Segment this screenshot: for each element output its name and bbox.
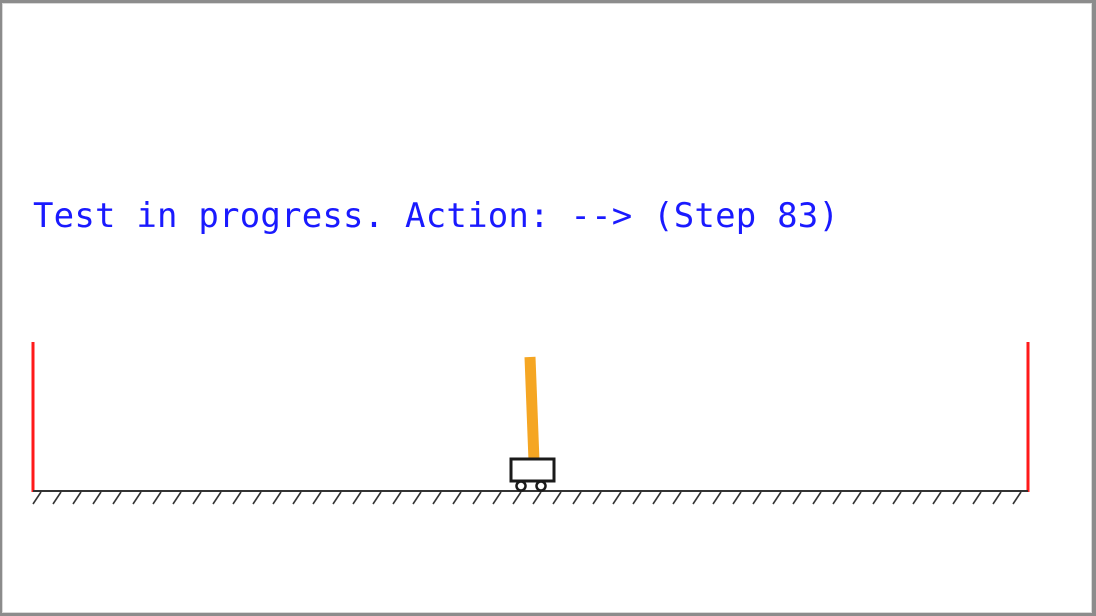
hatch-mark: [752, 491, 762, 505]
hatch-mark: [252, 491, 262, 505]
hatch-mark: [732, 491, 742, 505]
cartpole-canvas: Test in progress. Action: --> (Step 83): [2, 3, 1092, 613]
hatch-mark: [372, 491, 382, 505]
hatch-mark: [292, 491, 302, 505]
cart: [509, 457, 556, 483]
hatch-mark: [1012, 491, 1022, 505]
hatch-mark: [992, 491, 1002, 505]
hatch-mark: [692, 491, 702, 505]
hatch-mark: [512, 491, 522, 505]
hatch-mark: [92, 491, 102, 505]
hatch-mark: [912, 491, 922, 505]
hatch-mark: [972, 491, 982, 505]
hatch-mark: [592, 491, 602, 505]
hatch-mark: [812, 491, 822, 505]
hatch-mark: [232, 491, 242, 505]
hatch-mark: [472, 491, 482, 505]
hatch-mark: [392, 491, 402, 505]
hatch-mark: [872, 491, 882, 505]
hatch-mark: [32, 491, 42, 505]
hatch-mark: [832, 491, 842, 505]
hatch-mark: [492, 491, 502, 505]
cart-wheel-left: [515, 480, 527, 492]
hatch-mark: [72, 491, 82, 505]
hatch-mark: [192, 491, 202, 505]
cartpole-scene: [31, 342, 1030, 505]
hatch-mark: [672, 491, 682, 505]
hatch-mark: [932, 491, 942, 505]
hatch-mark: [852, 491, 862, 505]
hatch-mark: [152, 491, 162, 505]
hatch-mark: [572, 491, 582, 505]
hatch-mark: [712, 491, 722, 505]
hatch-mark: [332, 491, 342, 505]
ground-hatching: [32, 491, 1022, 505]
hatch-mark: [952, 491, 962, 505]
hatch-mark: [412, 491, 422, 505]
hatch-mark: [892, 491, 902, 505]
hatch-mark: [612, 491, 622, 505]
hatch-mark: [172, 491, 182, 505]
hatch-mark: [312, 491, 322, 505]
cart-wheel-right: [535, 480, 547, 492]
hatch-mark: [452, 491, 462, 505]
hatch-mark: [112, 491, 122, 505]
hatch-mark: [532, 491, 542, 505]
hatch-mark: [652, 491, 662, 505]
hatch-mark: [352, 491, 362, 505]
pole: [524, 356, 540, 462]
hatch-mark: [432, 491, 442, 505]
hatch-mark: [52, 491, 62, 505]
hatch-mark: [632, 491, 642, 505]
hatch-mark: [552, 491, 562, 505]
hatch-mark: [772, 491, 782, 505]
hatch-mark: [272, 491, 282, 505]
hatch-mark: [212, 491, 222, 505]
hatch-mark: [132, 491, 142, 505]
hatch-mark: [792, 491, 802, 505]
